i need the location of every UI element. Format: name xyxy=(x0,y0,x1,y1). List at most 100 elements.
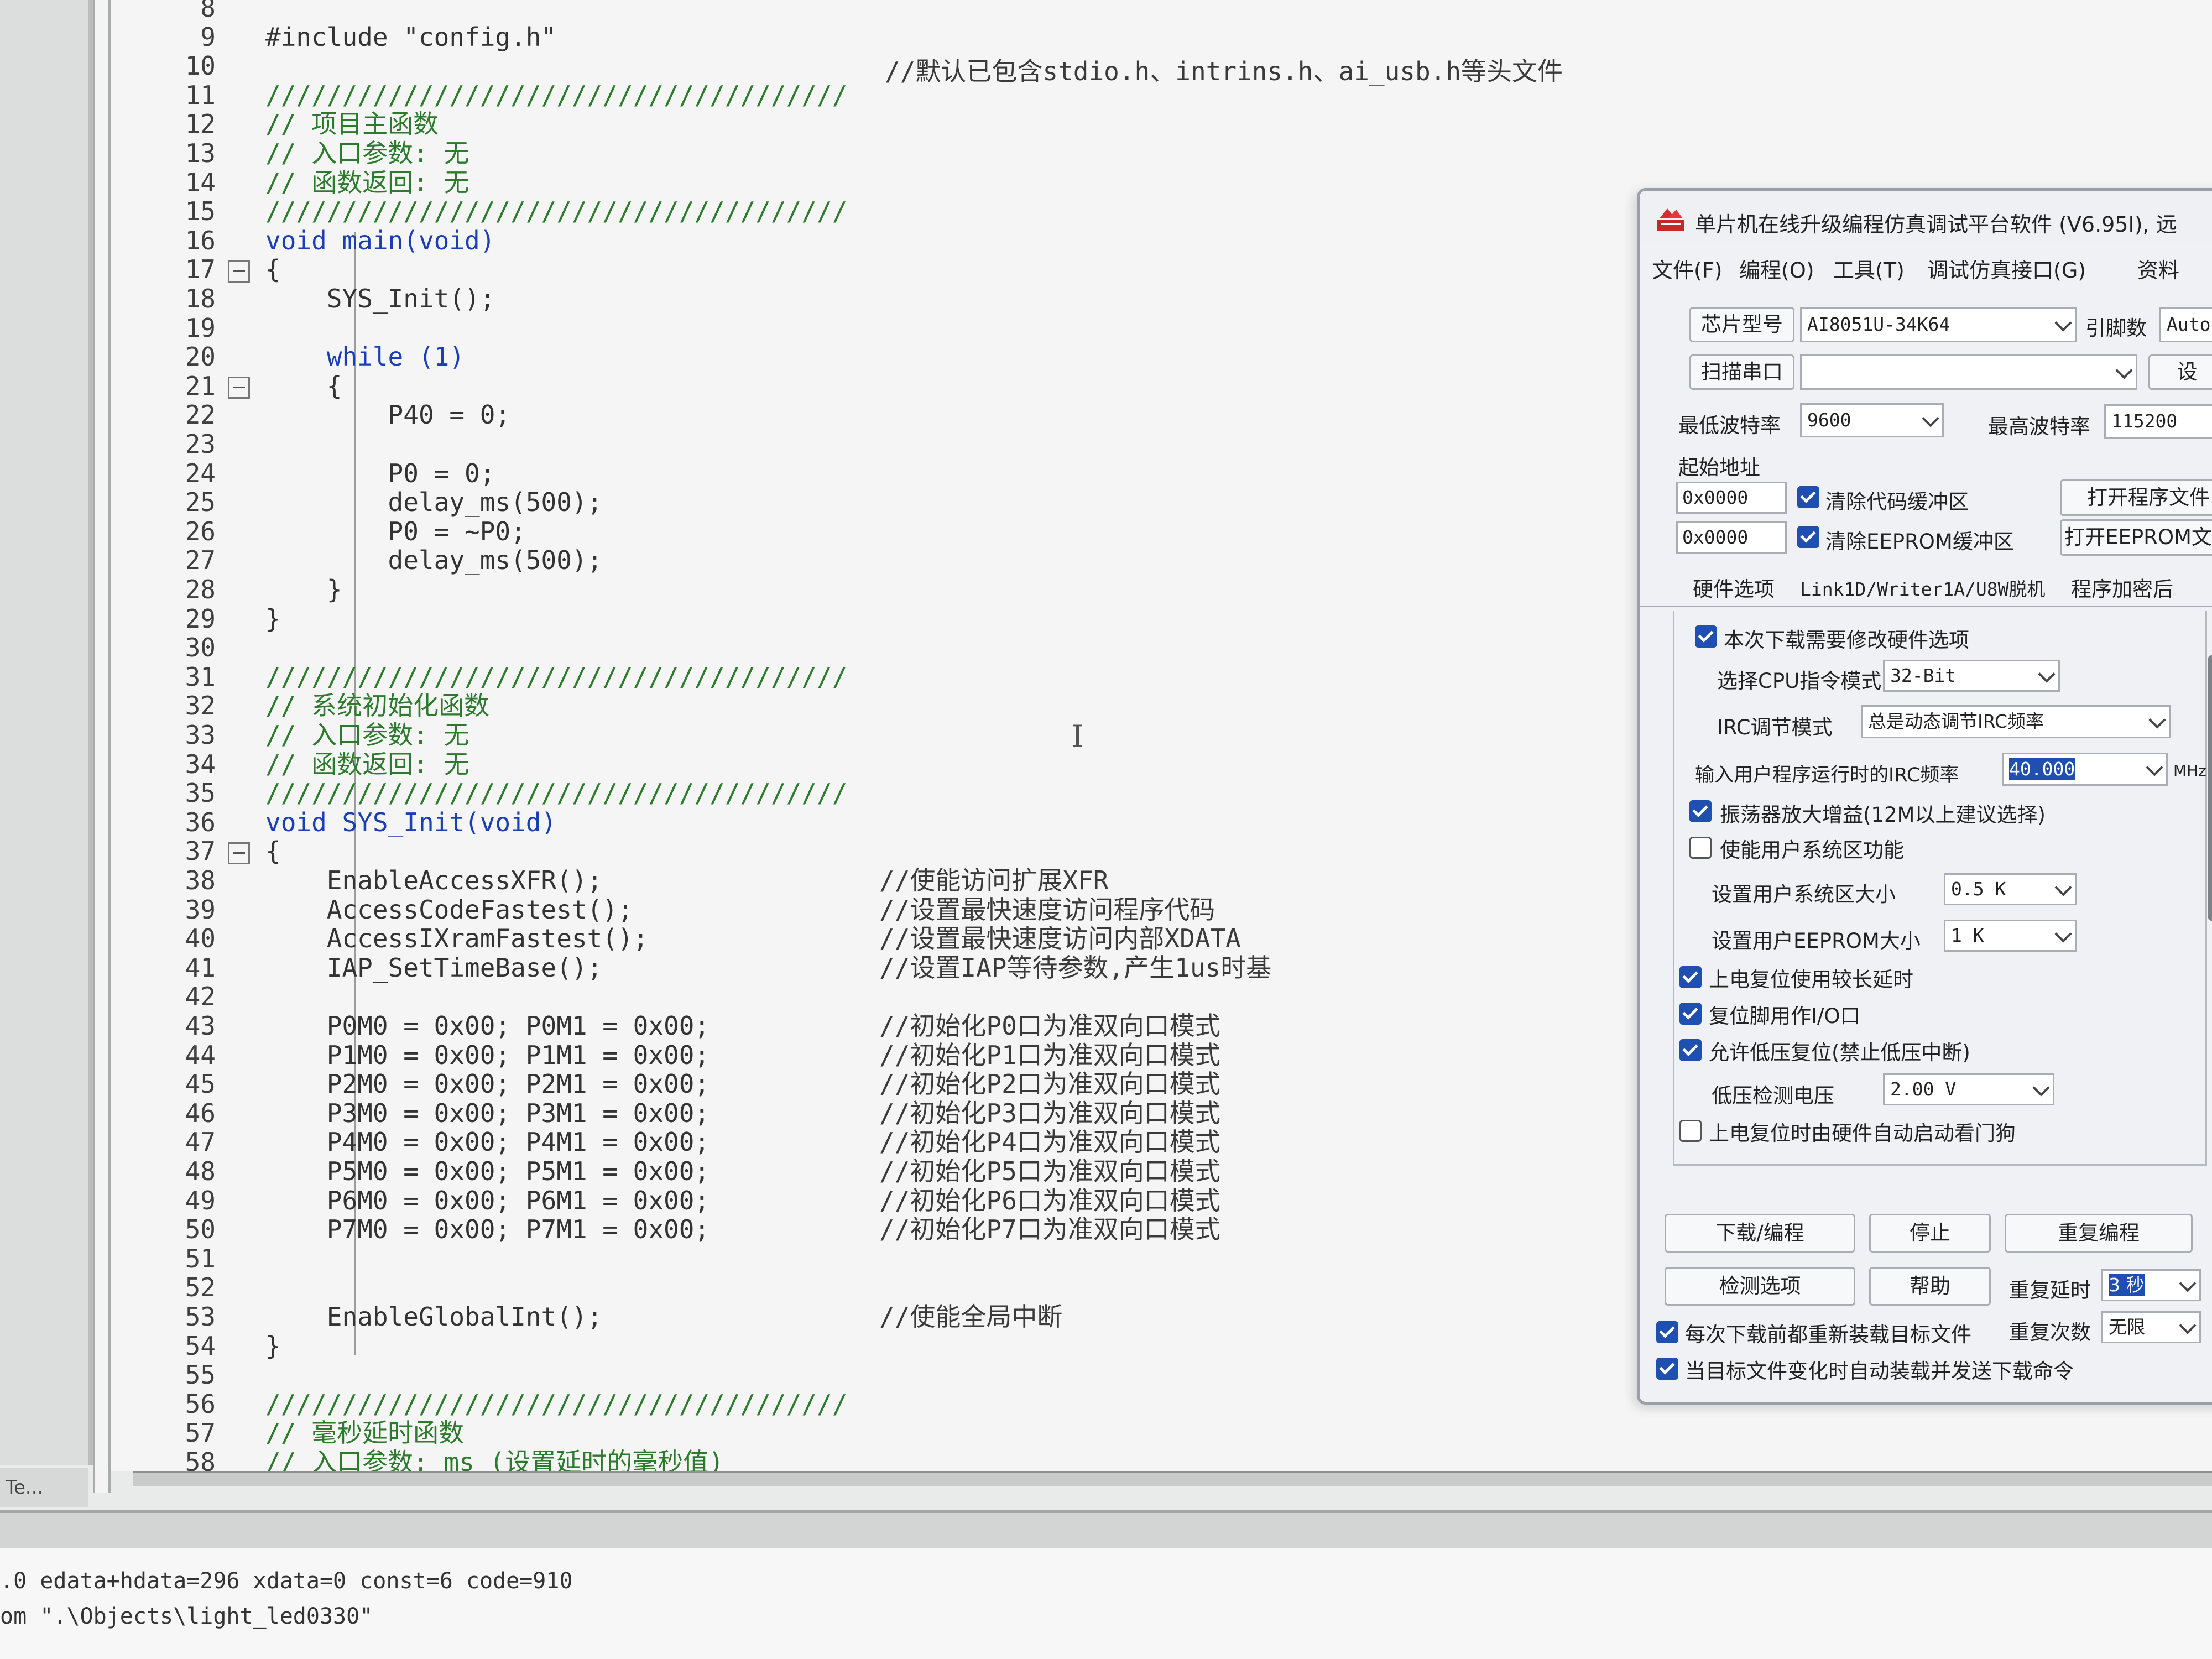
cpu-mode-select[interactable]: 32-Bit xyxy=(1883,660,2060,692)
user-system-size-select[interactable]: 0.5 K xyxy=(1944,873,2077,905)
editor-horizontal-scrollbar[interactable] xyxy=(133,1471,2212,1486)
code-start-address-input[interactable]: 0x0000 xyxy=(1676,482,1787,514)
fold-collapse-icon[interactable] xyxy=(228,377,250,399)
low-voltage-reset-checkbox[interactable] xyxy=(1679,1039,1702,1061)
code-line[interactable]: 56 ////////////////////////////////////// xyxy=(111,1390,848,1418)
code-line[interactable]: 39 AccessCodeFastest(); xyxy=(111,895,633,924)
por-long-delay-checkbox[interactable] xyxy=(1679,966,1702,988)
code-line[interactable]: 40 AccessIXramFastest(); xyxy=(111,924,649,953)
scan-port-button[interactable]: 扫描串口 xyxy=(1689,354,1794,390)
code-line[interactable]: 35 ////////////////////////////////////// xyxy=(111,779,848,807)
code-line[interactable]: 29} xyxy=(111,604,281,633)
reset-pin-io-checkbox[interactable] xyxy=(1679,1003,1702,1025)
code-line[interactable]: 53 EnableGlobalInt(); xyxy=(111,1302,603,1331)
chip-model-select[interactable]: AI8051U-34K64 xyxy=(1800,307,2077,342)
code-line[interactable]: 46 P3M0 = 0x00; P3M1 = 0x00; xyxy=(111,1099,710,1128)
code-line[interactable]: 28 } xyxy=(111,575,342,604)
menu-program[interactable]: 编程(O) xyxy=(1739,253,1814,284)
eeprom-size-select[interactable]: 1 K xyxy=(1944,920,2077,952)
pane-splitter[interactable] xyxy=(93,0,111,1493)
code-line[interactable]: 10 xyxy=(111,51,265,80)
code-line[interactable]: 37 { xyxy=(111,837,281,865)
menu-tools[interactable]: 工具(T) xyxy=(1833,253,1905,284)
code-line[interactable]: 42 xyxy=(111,982,265,1011)
menu-file[interactable]: 文件(F) xyxy=(1652,253,1723,284)
code-line[interactable]: 13 // 入口参数: 无 xyxy=(111,139,469,168)
eeprom-start-address-input[interactable]: 0x0000 xyxy=(1676,521,1787,554)
code-line[interactable]: 31 ////////////////////////////////////// xyxy=(111,662,848,691)
low-voltage-select[interactable]: 2.00 V xyxy=(1883,1073,2054,1105)
code-line[interactable]: 41 IAP_SetTimeBase(); xyxy=(111,953,603,982)
code-line[interactable]: 14 // 函数返回: 无 xyxy=(111,168,469,197)
code-line[interactable]: 9 #include "config.h" xyxy=(111,23,556,51)
code-line[interactable]: 32 // 系统初始化函数 xyxy=(111,691,489,720)
code-line[interactable]: 36 void SYS_Init(void) xyxy=(111,808,557,837)
code-line[interactable]: 43 P0M0 = 0x00; P0M1 = 0x00; xyxy=(111,1011,710,1040)
open-program-file-button[interactable]: 打开程序文件 xyxy=(2060,479,2212,516)
open-eeprom-file-button[interactable]: 打开EEPROM文件 xyxy=(2060,519,2212,556)
code-line[interactable]: 33 // 入口参数: 无 xyxy=(111,721,469,749)
code-line[interactable]: 45 P2M0 = 0x00; P2M1 = 0x00; xyxy=(111,1070,710,1098)
download-program-button[interactable]: 下载/编程 xyxy=(1665,1214,1855,1253)
irc-mode-select[interactable]: 总是动态调节IRC频率 xyxy=(1861,705,2171,738)
tab-offline-writer[interactable]: Link1D/Writer1A/U8W脱机 xyxy=(1800,575,2046,601)
max-baud-select[interactable]: 115200 xyxy=(2104,404,2212,439)
tab-encryption[interactable]: 程序加密后 xyxy=(2071,572,2173,602)
help-button[interactable]: 帮助 xyxy=(1869,1267,1991,1306)
programmer-titlebar[interactable]: 单片机在线升级编程仿真调试平台软件 (V6.95I), 远 xyxy=(1640,191,2212,246)
port-settings-button[interactable]: 设 xyxy=(2148,354,2212,390)
code-line[interactable]: 21 { xyxy=(111,372,342,400)
repeat-count-select[interactable]: 无限 xyxy=(2101,1311,2201,1343)
code-line[interactable]: 44 P1M0 = 0x00; P1M1 = 0x00; xyxy=(111,1041,710,1070)
clear-code-buffer-checkbox[interactable] xyxy=(1797,486,1819,508)
code-line[interactable]: 30 xyxy=(111,633,265,662)
code-line[interactable]: 26 P0 = ~P0; xyxy=(111,517,526,546)
template-tab[interactable]: Te... xyxy=(0,1468,88,1507)
check-options-button[interactable]: 检测选项 xyxy=(1665,1267,1855,1306)
auto-reload-checkbox[interactable] xyxy=(1656,1358,1678,1380)
clear-eeprom-buffer-checkbox[interactable] xyxy=(1797,526,1819,548)
modify-hw-options-checkbox[interactable] xyxy=(1695,625,1717,648)
user-system-area-checkbox[interactable] xyxy=(1689,837,1712,859)
code-line[interactable]: 57 // 毫秒延时函数 xyxy=(111,1418,464,1447)
code-line[interactable]: 27 delay_ms(500); xyxy=(111,546,603,575)
fold-collapse-icon[interactable] xyxy=(228,260,250,283)
code-line[interactable]: 15 ////////////////////////////////////// xyxy=(111,197,848,226)
code-line[interactable]: 17 { xyxy=(111,255,281,284)
stop-button[interactable]: 停止 xyxy=(1869,1214,1991,1253)
code-line[interactable]: 50 P7M0 = 0x00; P7M1 = 0x00; xyxy=(111,1215,710,1244)
fold-collapse-icon[interactable] xyxy=(228,842,250,864)
code-line[interactable]: 8 xyxy=(111,0,265,22)
code-line[interactable]: 51 xyxy=(111,1244,265,1273)
repeat-delay-select[interactable]: 3 秒 xyxy=(2101,1269,2201,1301)
menu-docs[interactable]: 资料 xyxy=(2137,253,2179,284)
menu-debug-interface[interactable]: 调试仿真接口(G) xyxy=(1927,253,2086,284)
code-line[interactable]: 49 P6M0 = 0x00; P6M1 = 0x00; xyxy=(111,1186,710,1215)
code-line[interactable]: 38 EnableAccessXFR(); xyxy=(111,866,603,895)
code-line[interactable]: 20 while (1) xyxy=(111,342,465,371)
code-line[interactable]: 24 P0 = 0; xyxy=(111,459,495,488)
code-line[interactable]: 16 void main(void) xyxy=(111,226,495,255)
code-line[interactable]: 47 P4M0 = 0x00; P4M1 = 0x00; xyxy=(111,1128,710,1156)
code-line[interactable]: 34 // 函数返回: 无 xyxy=(111,750,469,779)
code-line[interactable]: 23 xyxy=(111,430,265,458)
code-line[interactable]: 12 // 项目主函数 xyxy=(111,109,439,138)
code-line[interactable]: 48 P5M0 = 0x00; P5M1 = 0x00; xyxy=(111,1157,710,1186)
options-scrollbar[interactable] xyxy=(2208,655,2212,921)
code-line[interactable]: 25 delay_ms(500); xyxy=(111,488,603,517)
code-line[interactable]: 22 P40 = 0; xyxy=(111,400,511,429)
code-line[interactable]: 54} xyxy=(111,1332,281,1360)
min-baud-select[interactable]: 9600 xyxy=(1800,403,1944,437)
repeat-program-button[interactable]: 重复编程 xyxy=(2005,1214,2193,1253)
code-line[interactable]: 55 xyxy=(111,1360,265,1389)
chip-model-button[interactable]: 芯片型号 xyxy=(1689,307,1794,342)
pin-count-select[interactable]: Auto xyxy=(2159,307,2212,342)
code-line[interactable]: 11 ////////////////////////////////////// xyxy=(111,81,848,109)
auto-watchdog-checkbox[interactable] xyxy=(1679,1120,1702,1142)
serial-port-select[interactable] xyxy=(1800,354,2137,390)
irc-frequency-input[interactable]: 40.000 xyxy=(2002,753,2168,786)
code-line[interactable]: 52 xyxy=(111,1273,265,1302)
tab-hardware-options[interactable]: 硬件选项 xyxy=(1693,572,1775,602)
code-line[interactable]: 18 SYS_Init(); xyxy=(111,284,495,313)
reload-before-download-checkbox[interactable] xyxy=(1656,1321,1678,1343)
